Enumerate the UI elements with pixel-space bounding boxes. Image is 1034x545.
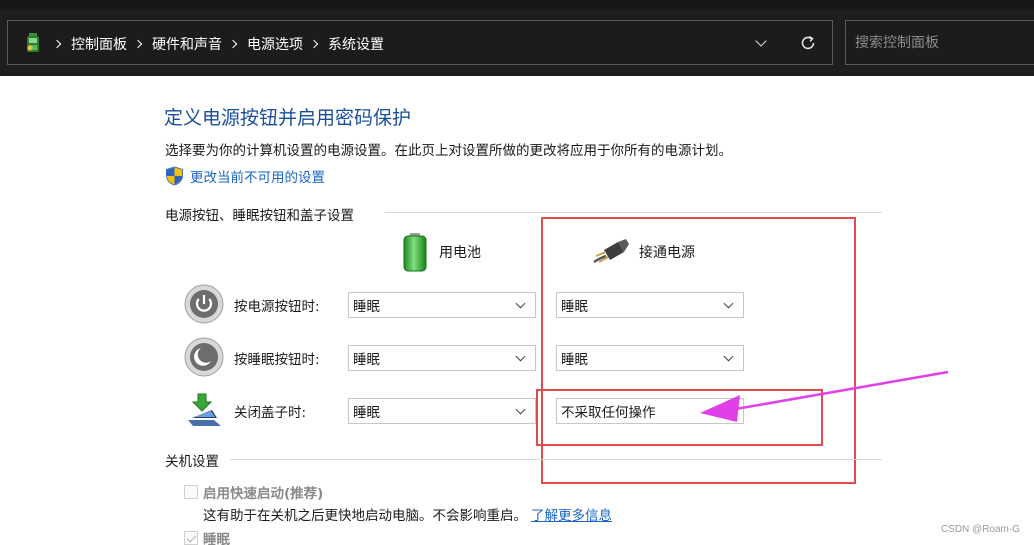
page-title: 定义电源按钮并启用密码保护 [164,107,412,129]
chevron-right-icon[interactable] [309,39,319,48]
lid-close-battery-select[interactable]: 睡眠 [348,398,536,424]
annotation-arrow [700,370,949,422]
chevron-down-icon [515,298,526,309]
change-unavailable-settings-link[interactable]: 更改当前不可用的设置 [190,166,325,186]
battery-column-header: 用电池 [400,232,481,272]
breadcrumb-item-power-options[interactable]: 电源选项 [247,34,303,54]
sleep-button-label: 按睡眠按钮时: [234,352,320,368]
chevron-down-icon [515,404,526,415]
chevron-right-icon[interactable] [228,39,238,48]
battery-column-label: 用电池 [439,245,481,261]
power-buttons-section-header: 电源按钮、睡眠按钮和盖子设置 [165,208,354,224]
uac-shield-icon [166,166,183,186]
address-bar[interactable]: 控制面板 硬件和声音 电源选项 系统设置 [7,20,833,65]
search-input[interactable] [846,21,1034,64]
annotation-box-lid-setting [536,389,823,446]
chevron-down-icon [515,351,526,362]
sleep-option-label: 睡眠 [203,532,230,545]
chevron-right-icon[interactable] [52,39,62,48]
chevron-down-icon [755,35,767,47]
refresh-button[interactable] [797,32,819,54]
fast-startup-checkbox[interactable] [184,485,198,499]
control-panel-icon [27,33,39,52]
breadcrumb-item-control-panel[interactable]: 控制面板 [71,34,127,54]
fast-startup-help-text: 这有助于在关机之后更快地启动电脑。不会影响重启。 [203,508,527,524]
lid-close-label: 关闭盖子时: [234,405,307,421]
address-history-button[interactable] [750,32,772,54]
refresh-icon [801,35,815,50]
search-box[interactable] [845,20,1034,65]
change-settings-link-row[interactable]: 更改当前不可用的设置 [165,166,325,186]
sleep-option-row[interactable]: 睡眠 [184,529,230,545]
window-titlebar: 控制面板 硬件和声音 电源选项 系统设置 [0,0,1034,76]
select-value: 睡眠 [353,405,380,421]
sleep-button-icon [184,337,224,377]
section-divider [230,459,882,460]
title-strip [0,0,1034,10]
laptop-lid-icon [188,393,221,426]
section-divider [385,212,882,213]
power-button-battery-select[interactable]: 睡眠 [348,292,536,318]
breadcrumb: 控制面板 硬件和声音 电源选项 系统设置 [46,21,384,66]
fast-startup-row[interactable]: 启用快速启动(推荐) [184,483,324,502]
breadcrumb-item-hardware-sound[interactable]: 硬件和声音 [152,34,222,54]
fast-startup-help: 这有助于在关机之后更快地启动电脑。不会影响重启。 了解更多信息 [203,504,612,524]
learn-more-link[interactable]: 了解更多信息 [531,508,612,524]
power-button-icon [184,284,224,324]
select-value: 睡眠 [353,299,380,315]
shutdown-section-header: 关机设置 [165,454,219,470]
select-value: 睡眠 [353,352,380,368]
sleep-checkbox[interactable] [184,531,198,545]
fast-startup-label: 启用快速启动(推荐) [203,486,324,502]
sleep-button-battery-select[interactable]: 睡眠 [348,345,536,371]
watermark: CSDN @Roam-G [940,524,1020,535]
chevron-right-icon[interactable] [133,39,143,48]
power-button-label: 按电源按钮时: [234,299,320,315]
battery-icon [403,233,427,272]
page-description: 选择要为你的计算机设置的电源设置。在此页上对设置所做的更改将应用于你所有的电源计… [165,143,732,159]
breadcrumb-item-system-settings[interactable]: 系统设置 [328,34,384,54]
